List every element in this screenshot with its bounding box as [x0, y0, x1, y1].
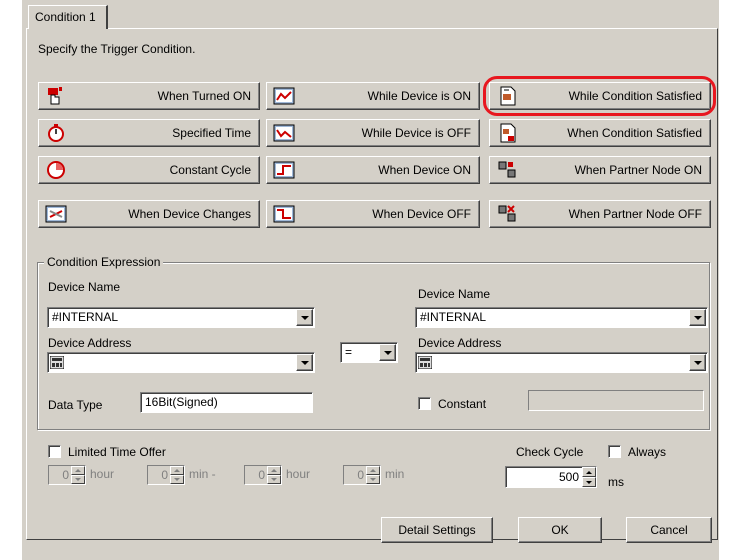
limited-start-min-unit: min - [189, 467, 216, 481]
left-device-address-input[interactable] [47, 352, 315, 373]
check-cycle-unit: ms [608, 475, 624, 489]
cancel-button[interactable]: Cancel [626, 517, 712, 543]
check-cycle-stepper[interactable]: 500 [505, 466, 597, 488]
left-device-address-label: Device Address [48, 336, 132, 350]
power-hand-icon [45, 86, 67, 106]
constant-label: Constant [438, 397, 487, 411]
when-turned-on-button[interactable]: When Turned ON [38, 82, 260, 110]
chevron-down-icon [300, 315, 309, 320]
always-label: Always [628, 445, 667, 459]
right-device-address-input[interactable] [415, 352, 708, 373]
cycle-clock-icon [45, 160, 67, 180]
device-off-chart-icon [273, 123, 295, 143]
condition-expression-legend: Condition Expression [44, 255, 164, 269]
right-device-name-label: Device Name [418, 287, 491, 301]
partner-node-icon [496, 160, 518, 180]
while-device-is-on-button[interactable]: While Device is ON [266, 82, 480, 110]
limited-end-hour-stepper: 0 [244, 465, 282, 485]
spin-up-icon [586, 470, 592, 474]
stopwatch-icon [45, 123, 67, 143]
when-device-on-button[interactable]: When Device ON [266, 156, 480, 184]
limited-start-hour-stepper: 0 [48, 465, 86, 485]
limited-start-hour-unit: hour [90, 467, 115, 481]
right-device-name-dropdown-arrow[interactable] [689, 309, 706, 326]
when-partner-node-off-button[interactable]: When Partner Node OFF [489, 200, 711, 228]
condition-page-icon [496, 123, 518, 143]
device-change-icon [45, 204, 67, 224]
limited-time-checkbox[interactable] [48, 445, 61, 458]
chevron-down-icon [300, 360, 309, 365]
chevron-down-icon [383, 350, 392, 355]
device-on-chart-icon [273, 86, 295, 106]
limited-end-min-unit: min [385, 467, 405, 481]
limited-end-min-stepper: 0 [343, 465, 381, 485]
right-device-name-select[interactable]: #INTERNAL [415, 307, 708, 328]
instruction-text: Specify the Trigger Condition. [38, 42, 196, 56]
constant-cycle-button[interactable]: Constant Cycle [38, 156, 260, 184]
left-device-address-dropdown-arrow[interactable] [296, 354, 313, 371]
constant-value-field [528, 390, 704, 411]
when-device-changes-button[interactable]: When Device Changes [38, 200, 260, 228]
operator-dropdown-arrow[interactable] [379, 344, 396, 361]
ok-button[interactable]: OK [518, 517, 602, 543]
detail-settings-button[interactable]: Detail Settings [381, 517, 493, 543]
when-condition-satisfied-button[interactable]: When Condition Satisfied [489, 119, 711, 147]
operator-select[interactable]: = [340, 342, 398, 363]
specified-time-button[interactable]: Specified Time [38, 119, 260, 147]
when-partner-node-on-button[interactable]: When Partner Node ON [489, 156, 711, 184]
tab-condition-1[interactable]: Condition 1 [28, 5, 108, 29]
always-checkbox[interactable] [608, 445, 621, 458]
device-fall-icon [273, 204, 295, 224]
chevron-down-icon [693, 315, 702, 320]
spin-down-icon [586, 480, 592, 484]
left-device-name-label: Device Name [48, 280, 121, 294]
chevron-down-icon [693, 360, 702, 365]
partner-node-off-icon [496, 204, 518, 224]
when-device-off-button[interactable]: When Device OFF [266, 200, 480, 228]
constant-checkbox[interactable] [418, 397, 431, 410]
address-keypad-icon[interactable] [49, 355, 65, 370]
data-type-field[interactable]: 16Bit(Signed) [140, 392, 313, 413]
right-device-address-label: Device Address [418, 336, 502, 350]
while-device-is-off-button[interactable]: While Device is OFF [266, 119, 480, 147]
limited-start-min-stepper: 0 [147, 465, 185, 485]
check-cycle-label: Check Cycle [516, 445, 584, 459]
limited-end-hour-unit: hour [286, 467, 311, 481]
highlight-outline [483, 76, 716, 116]
left-device-name-dropdown-arrow[interactable] [296, 309, 313, 326]
device-rise-icon [273, 160, 295, 180]
right-device-address-dropdown-arrow[interactable] [689, 354, 706, 371]
address-keypad-icon[interactable] [417, 355, 433, 370]
check-cycle-spin-buttons[interactable] [582, 467, 596, 487]
limited-time-label: Limited Time Offer [68, 445, 166, 459]
left-device-name-select[interactable]: #INTERNAL [47, 307, 315, 328]
data-type-label: Data Type [48, 398, 103, 412]
